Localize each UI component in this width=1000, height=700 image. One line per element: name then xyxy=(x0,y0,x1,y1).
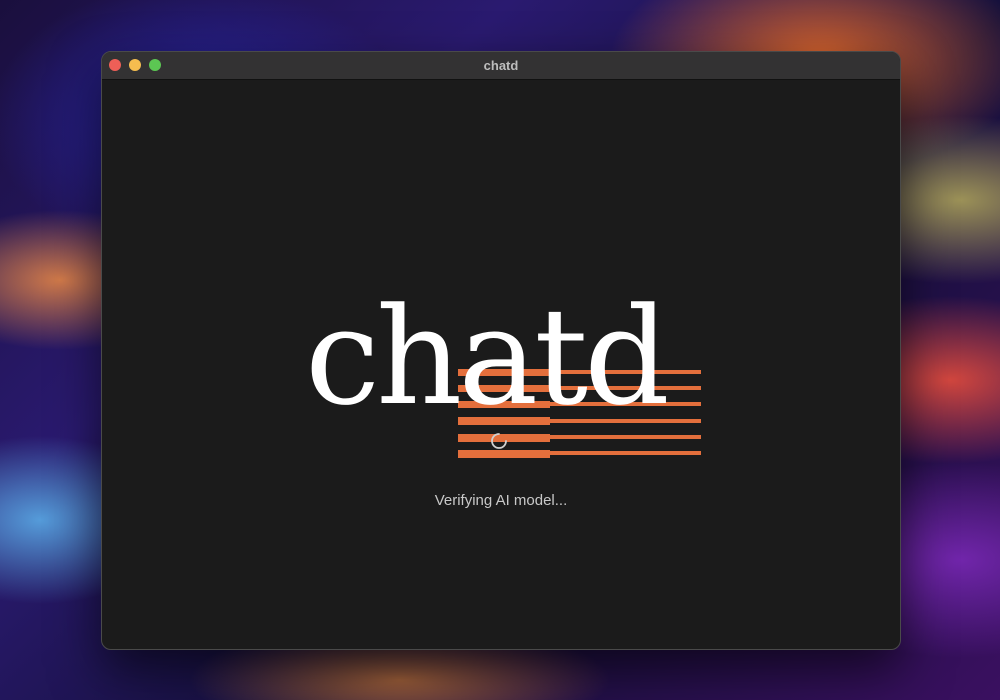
app-window: chatd chatd Verifying AI model... xyxy=(101,51,901,650)
loading-status-text: Verifying AI model... xyxy=(434,492,568,509)
logo-wordmark: chatd xyxy=(305,279,666,435)
window-title: chatd xyxy=(483,58,519,73)
splash-content: chatd Verifying AI model... xyxy=(102,80,900,649)
app-logo: chatd xyxy=(305,279,701,458)
titlebar[interactable]: chatd xyxy=(102,52,900,80)
loading-spinner-icon xyxy=(491,433,507,449)
